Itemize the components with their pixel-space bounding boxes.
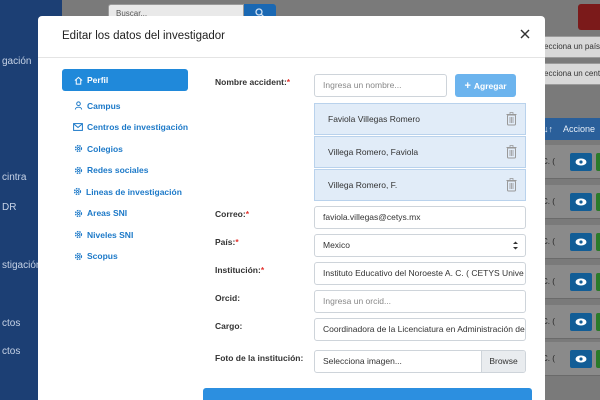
- cog-icon: [73, 187, 82, 197]
- delete-button[interactable]: [578, 4, 600, 30]
- photo-file-input[interactable]: Selecciona imagen... Browse: [314, 350, 526, 373]
- edit-researcher-modal: Editar los datos del investigador Perfil…: [38, 16, 545, 400]
- cargo-label: Cargo:: [215, 321, 243, 331]
- eye-icon: [575, 318, 587, 326]
- pais-label: País:*: [215, 237, 239, 247]
- tab-lineas-investigacion[interactable]: Lineas de investigación: [62, 181, 188, 203]
- table-row: C. (: [540, 185, 600, 219]
- edit-button[interactable]: [596, 233, 600, 251]
- sidebar-item[interactable]: stigación: [2, 260, 41, 271]
- profile-nav: Perfil Campus Centros de investigación C…: [62, 69, 188, 267]
- foto-label: Foto de la institución:: [215, 353, 304, 363]
- institution-field[interactable]: Instituto Educativo del Noroeste A. C. (…: [314, 262, 526, 285]
- orcid-field[interactable]: Ingresa un orcid...: [314, 290, 526, 313]
- email-field[interactable]: faviola.villegas@cetys.mx: [314, 206, 526, 229]
- eye-icon: [575, 355, 587, 363]
- center-filter[interactable]: ecciona un cent: [540, 63, 600, 85]
- trash-icon[interactable]: [506, 178, 517, 192]
- file-placeholder: Selecciona imagen...: [323, 356, 402, 366]
- envelope-icon: [73, 122, 83, 132]
- country-select[interactable]: Mexico: [314, 234, 526, 257]
- actions-header: ↓↑ Accione: [540, 118, 600, 140]
- modal-header: Editar los datos del investigador: [38, 16, 545, 58]
- tab-scopus[interactable]: Scopus: [62, 246, 188, 268]
- nombre-label: Nombre accident:*: [215, 77, 291, 87]
- eye-icon: [575, 198, 587, 206]
- tab-colegios[interactable]: Colegios: [62, 138, 188, 160]
- sidebar-item[interactable]: cintra: [2, 172, 26, 183]
- orcid-label: Orcid:: [215, 293, 241, 303]
- edit-button[interactable]: [596, 350, 600, 368]
- edit-button[interactable]: [596, 313, 600, 331]
- list-item: Faviola Villegas Romero: [314, 103, 526, 135]
- home-icon: [73, 75, 83, 85]
- cog-icon: [73, 208, 83, 218]
- view-button[interactable]: [570, 153, 592, 171]
- sidebar-item[interactable]: DR: [2, 202, 16, 213]
- trash-icon[interactable]: [506, 145, 517, 159]
- cog-icon: [73, 144, 83, 154]
- eye-icon: [575, 278, 587, 286]
- cog-icon: [73, 251, 83, 261]
- tab-niveles-sni[interactable]: Niveles SNI: [62, 224, 188, 246]
- table-row: C. (: [540, 305, 600, 339]
- tab-perfil[interactable]: Perfil: [62, 69, 188, 91]
- sort-icon[interactable]: ↓↑: [544, 124, 553, 134]
- view-button[interactable]: [570, 350, 592, 368]
- modal-title: Editar los datos del investigador: [62, 30, 226, 42]
- institucion-label: Institución:*: [215, 265, 265, 275]
- edit-button[interactable]: [596, 153, 600, 171]
- submit-button[interactable]: [203, 388, 532, 400]
- country-filter[interactable]: ecciona un país: [540, 36, 600, 58]
- close-icon[interactable]: [519, 28, 531, 40]
- view-button[interactable]: [570, 273, 592, 291]
- sidebar-item[interactable]: ctos: [2, 346, 20, 357]
- tab-areas-sni[interactable]: Areas SNI: [62, 203, 188, 225]
- table-row: C. (: [540, 342, 600, 376]
- tab-redes-sociales[interactable]: Redes sociales: [62, 160, 188, 182]
- list-item: Villega Romero, F.: [314, 169, 526, 201]
- select-caret-icon: [513, 241, 518, 250]
- browse-button[interactable]: Browse: [481, 351, 525, 372]
- view-button[interactable]: [570, 233, 592, 251]
- sidebar-item[interactable]: ctos: [2, 318, 20, 329]
- table-row: C. (: [540, 225, 600, 259]
- nombre-input[interactable]: Ingresa un nombre...: [314, 74, 447, 97]
- table-row: C. (: [540, 265, 600, 299]
- position-field[interactable]: Coordinadora de la Licenciatura en Admin…: [314, 318, 526, 341]
- view-button[interactable]: [570, 313, 592, 331]
- plus-icon: +: [464, 79, 471, 92]
- sidebar-item[interactable]: gación: [2, 56, 31, 67]
- view-button[interactable]: [570, 193, 592, 211]
- edit-button[interactable]: [596, 273, 600, 291]
- cog-icon: [73, 230, 83, 240]
- edit-button[interactable]: [596, 193, 600, 211]
- trash-icon[interactable]: [506, 112, 517, 126]
- cog-icon: [73, 165, 83, 175]
- add-name-button[interactable]: + Agregar: [455, 74, 516, 97]
- correo-label: Correo:*: [215, 209, 250, 219]
- tab-campus[interactable]: Campus: [62, 95, 188, 117]
- list-item: Villega Romero, Faviola: [314, 136, 526, 168]
- user-icon: [73, 101, 83, 111]
- tab-centros[interactable]: Centros de investigación: [62, 117, 188, 139]
- eye-icon: [575, 238, 587, 246]
- eye-icon: [575, 158, 587, 166]
- table-row: C. (: [540, 145, 600, 179]
